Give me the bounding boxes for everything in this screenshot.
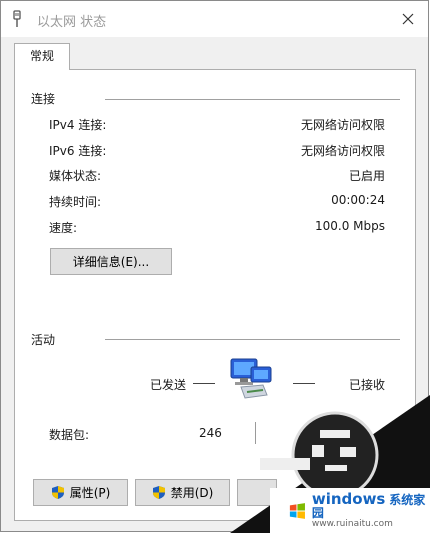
duration-label: 持续时间: (49, 195, 102, 209)
packets-sent-value: 246 (199, 426, 222, 440)
windows-logo-icon (289, 502, 305, 519)
media-state-value: 已启用 (348, 169, 385, 183)
tab-general[interactable]: 常规 (14, 43, 70, 70)
received-dash (293, 383, 315, 384)
uac-shield-icon (152, 486, 165, 499)
watermark: windows 系统家园 www.ruinaitu.com (270, 488, 430, 533)
properties-label: 属性(P) (69, 486, 111, 500)
title-bar: 以太网 状态 (1, 1, 428, 37)
sent-label: 已发送 (150, 378, 187, 392)
packets-label: 数据包: (49, 428, 90, 442)
sent-dash (193, 383, 215, 384)
ipv6-value: 无网络访问权限 (300, 144, 385, 158)
media-state-label: 媒体状态: (49, 169, 102, 183)
close-button[interactable] (398, 9, 418, 29)
details-button[interactable]: 详细信息(E)... (50, 248, 172, 275)
connection-divider (105, 99, 400, 100)
window-title: 以太网 状态 (37, 15, 107, 30)
connection-heading: 连接 (31, 92, 56, 106)
speed-label: 速度: (49, 221, 78, 235)
watermark-url: www.ruinaitu.com (311, 518, 393, 529)
uac-shield-icon (51, 486, 64, 499)
received-label: 已接收 (349, 378, 386, 392)
activity-heading: 活动 (31, 333, 56, 347)
properties-button[interactable]: 属性(P) (33, 479, 128, 506)
duration-value: 00:00:24 (331, 193, 385, 207)
disable-button[interactable]: 禁用(D) (135, 479, 230, 506)
watermark-brand: windows (311, 489, 386, 508)
network-cable-icon (13, 10, 21, 27)
activity-divider (105, 339, 400, 340)
ipv6-label: IPv6 连接: (49, 144, 107, 158)
ipv4-label: IPv4 连接: (49, 118, 107, 132)
ipv4-value: 无网络访问权限 (300, 118, 385, 132)
speed-value: 100.0 Mbps (314, 219, 385, 233)
close-icon (402, 13, 414, 25)
disable-label: 禁用(D) (170, 486, 214, 500)
